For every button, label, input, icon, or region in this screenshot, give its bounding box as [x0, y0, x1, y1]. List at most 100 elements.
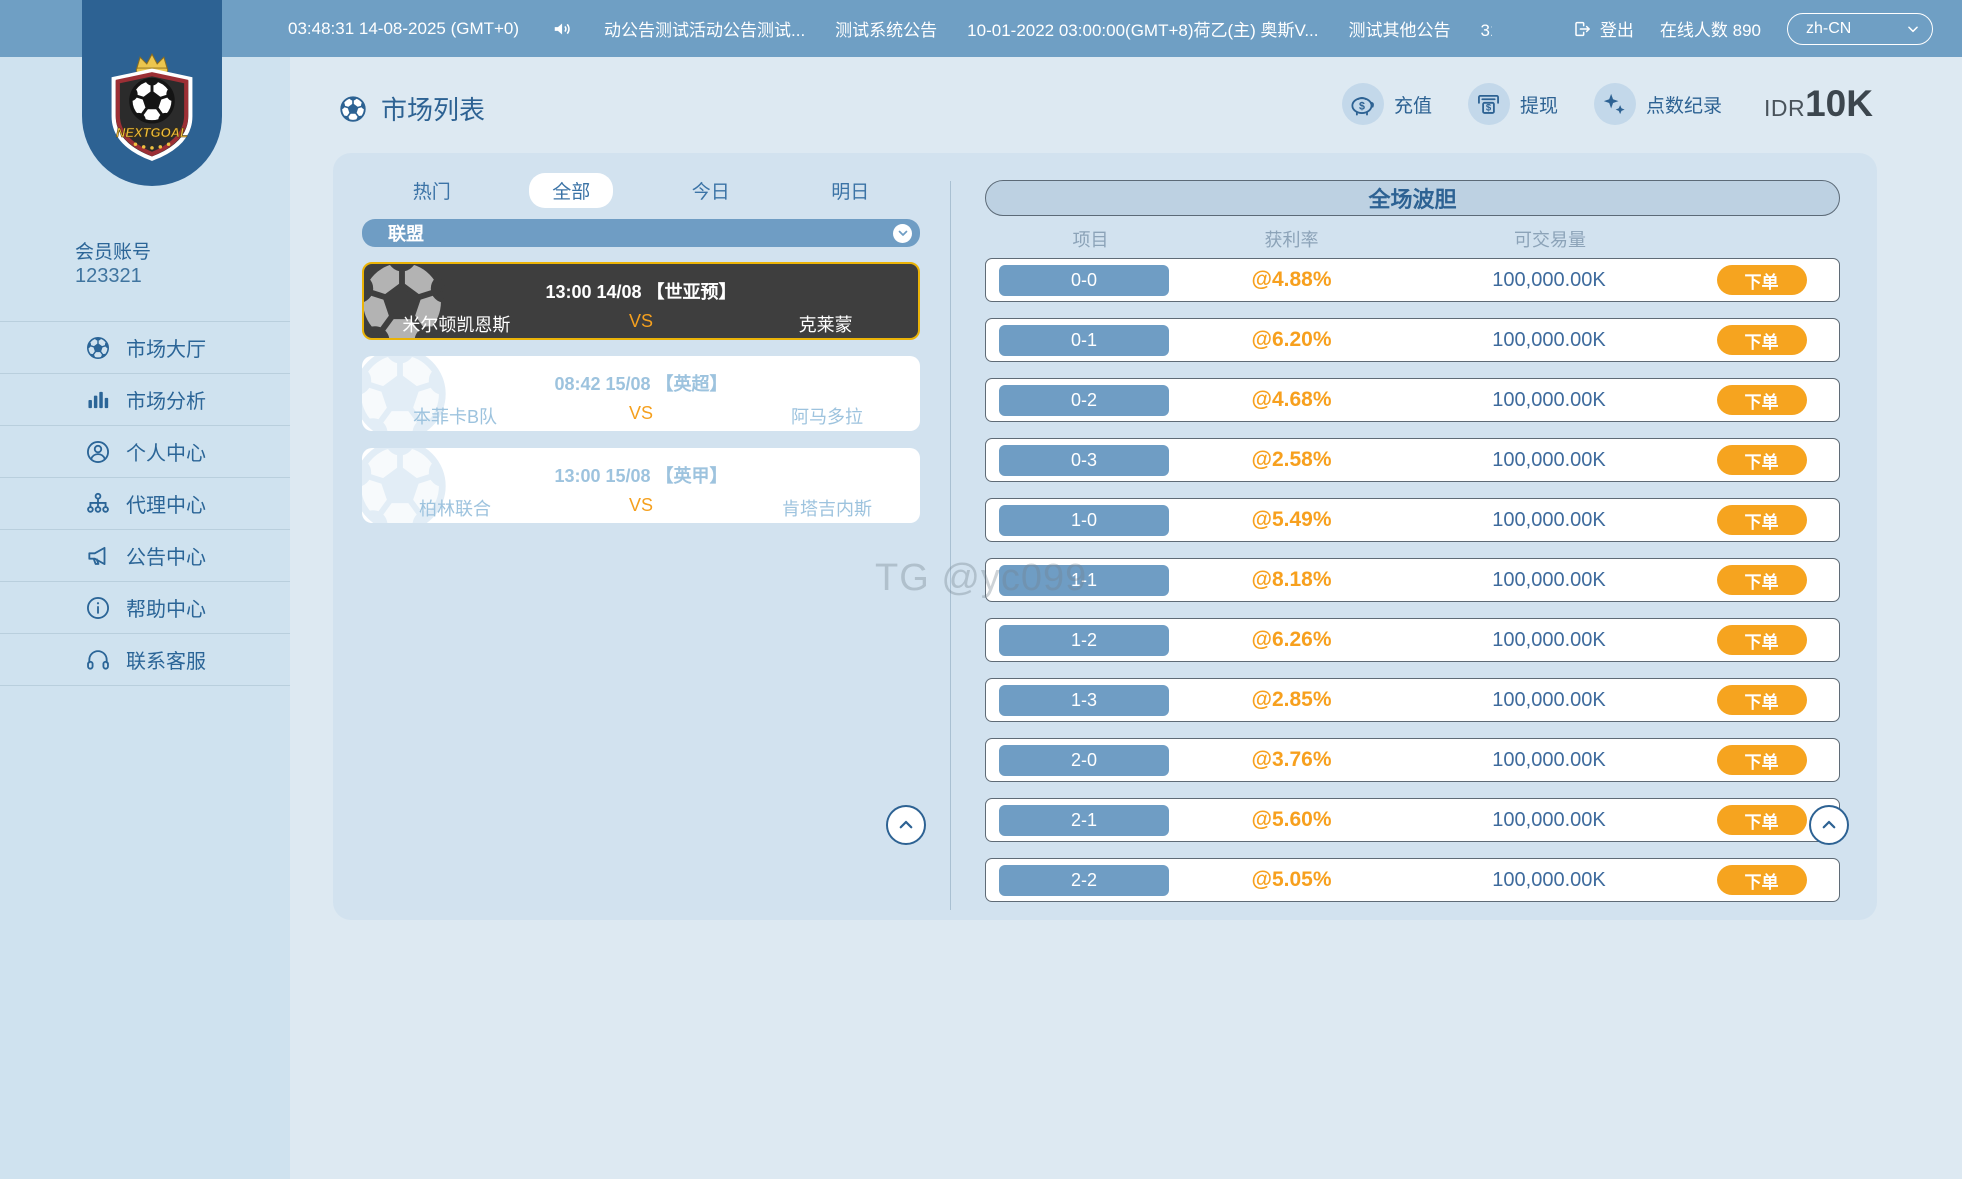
score-pill[interactable]: 0-1: [999, 325, 1169, 356]
brand-logo[interactable]: NEXTGOAL: [82, 0, 222, 186]
logout-label: 登出: [1600, 16, 1634, 41]
nextgoal-logo-icon: NEXTGOAL: [104, 52, 200, 166]
account-label: 会员账号: [75, 237, 151, 264]
vs-label: VS: [549, 311, 734, 337]
odds-row: 2-0 @3.76% 100,000.00K 下单: [985, 738, 1840, 782]
odds-row: 0-1 @6.20% 100,000.00K 下单: [985, 318, 1840, 362]
odds-rate: @4.88%: [1184, 268, 1399, 292]
chevron-up-icon: [1820, 816, 1838, 834]
sidebar-item-help-center[interactable]: 帮助中心: [0, 582, 290, 634]
odds-volume: 100,000.00K: [1399, 689, 1699, 712]
score-pill[interactable]: 1-3: [999, 685, 1169, 716]
score-pill[interactable]: 2-2: [999, 865, 1169, 896]
score-pill[interactable]: 0-2: [999, 385, 1169, 416]
score-pill[interactable]: 0-0: [999, 265, 1169, 296]
soccer-ball-icon: [338, 94, 368, 124]
odds-rate: @2.58%: [1184, 448, 1399, 472]
column-rate: 获利率: [1183, 226, 1400, 252]
tab-all[interactable]: 全部: [502, 175, 642, 206]
main-content: 市场列表 $ 充值 $ 提现: [290, 57, 1962, 1179]
odds-row: 0-2 @4.68% 100,000.00K 下单: [985, 378, 1840, 422]
bar-chart-icon: [85, 387, 111, 413]
tab-label: 热门: [413, 177, 451, 204]
order-button[interactable]: 下单: [1717, 325, 1807, 355]
withdraw-label: 提现: [1520, 91, 1558, 118]
sidebar-item-customer-service[interactable]: 联系客服: [0, 634, 290, 686]
piggy-bank-icon: $: [1342, 83, 1384, 125]
order-button[interactable]: 下单: [1717, 445, 1807, 475]
tab-label: 明日: [831, 177, 869, 204]
odds-volume: 100,000.00K: [1399, 809, 1699, 832]
svg-text:NEXTGOAL: NEXTGOAL: [116, 125, 188, 140]
chevron-up-icon: [897, 816, 915, 834]
logout-button[interactable]: 登出: [1572, 16, 1634, 41]
odds-rate: @5.60%: [1184, 808, 1399, 832]
deposit-button[interactable]: $ 充值: [1342, 83, 1432, 125]
tab-tomorrow[interactable]: 明日: [781, 175, 921, 206]
announcement-ticker: 动公告测试活动公告测试... 测试系统公告 10-01-2022 03:00:0…: [552, 0, 1492, 57]
odds-rate: @2.85%: [1184, 688, 1399, 712]
sidebar-item-personal-center[interactable]: 个人中心: [0, 426, 290, 478]
scroll-top-button[interactable]: [1809, 805, 1849, 845]
column-item: 项目: [998, 226, 1183, 252]
sparkles-icon: [1594, 83, 1636, 125]
order-button[interactable]: 下单: [1717, 685, 1807, 715]
match-datetime: 08:42 15/08: [554, 374, 650, 394]
order-button[interactable]: 下单: [1717, 565, 1807, 595]
odds-row: 0-3 @2.58% 100,000.00K 下单: [985, 438, 1840, 482]
announcement-item[interactable]: 3121测试活动公告...: [1481, 16, 1493, 41]
score-pill[interactable]: 1-0: [999, 505, 1169, 536]
announcement-item[interactable]: 测试系统公告: [835, 16, 937, 41]
announcement-item[interactable]: 10-01-2022 03:00:00(GMT+8)荷乙(主) 奥斯V...: [967, 16, 1318, 41]
order-button[interactable]: 下单: [1717, 385, 1807, 415]
withdraw-button[interactable]: $ 提现: [1468, 83, 1558, 125]
home-team: 米尔顿凯恩斯: [364, 311, 549, 337]
odds-rate: @6.26%: [1184, 628, 1399, 652]
announcement-item[interactable]: 动公告测试活动公告测试...: [604, 16, 805, 41]
announcement-item[interactable]: 测试其他公告: [1349, 16, 1451, 41]
odds-row: 1-0 @5.49% 100,000.00K 下单: [985, 498, 1840, 542]
sidebar-item-market-hall[interactable]: 市场大厅: [0, 322, 290, 374]
odds-volume: 100,000.00K: [1399, 389, 1699, 412]
scroll-top-button[interactable]: [886, 805, 926, 845]
points-record-label: 点数纪录: [1646, 91, 1722, 118]
sidebar-item-agent-center[interactable]: 代理中心: [0, 478, 290, 530]
score-pill[interactable]: 1-1: [999, 565, 1169, 596]
top-bar: 03:48:31 14-08-2025 (GMT+0) 动公告测试活动公告测试.…: [0, 0, 1962, 57]
order-button[interactable]: 下单: [1717, 745, 1807, 775]
odds-row: 2-1 @5.60% 100,000.00K 下单: [985, 798, 1840, 842]
order-button[interactable]: 下单: [1717, 805, 1807, 835]
balance-amount: 10K: [1805, 83, 1873, 125]
score-pill[interactable]: 1-2: [999, 625, 1169, 656]
match-card[interactable]: 08:42 15/08 【英超】 本菲卡B队 VS 阿马多拉: [362, 356, 920, 431]
sidebar-item-label: 公告中心: [126, 541, 206, 570]
league-filter-dropdown[interactable]: 联盟: [362, 219, 920, 247]
odds-rows: 0-0 @4.88% 100,000.00K 下单 0-1 @6.20% 100…: [985, 258, 1840, 918]
odds-volume: 100,000.00K: [1399, 269, 1699, 292]
points-record-button[interactable]: 点数纪录: [1594, 83, 1722, 125]
score-pill[interactable]: 0-3: [999, 445, 1169, 476]
odds-row: 1-1 @8.18% 100,000.00K 下单: [985, 558, 1840, 602]
score-pill[interactable]: 2-1: [999, 805, 1169, 836]
tab-hot[interactable]: 热门: [362, 175, 502, 206]
sidebar-item-market-analysis[interactable]: 市场分析: [0, 374, 290, 426]
order-button[interactable]: 下单: [1717, 625, 1807, 655]
order-button[interactable]: 下单: [1717, 265, 1807, 295]
order-button[interactable]: 下单: [1717, 505, 1807, 535]
panel-divider: [950, 181, 951, 910]
match-datetime: 13:00 15/08: [554, 466, 650, 486]
sidebar-item-label: 联系客服: [126, 645, 206, 674]
tab-today[interactable]: 今日: [641, 175, 781, 206]
odds-volume: 100,000.00K: [1399, 509, 1699, 532]
svg-text:$: $: [1359, 100, 1365, 112]
score-pill[interactable]: 2-0: [999, 745, 1169, 776]
sidebar-item-announcement-center[interactable]: 公告中心: [0, 530, 290, 582]
order-button[interactable]: 下单: [1717, 865, 1807, 895]
odds-row: 2-2 @5.05% 100,000.00K 下单: [985, 858, 1840, 902]
odds-rate: @3.76%: [1184, 748, 1399, 772]
account-number: 123321: [75, 265, 142, 288]
svg-text:$: $: [1486, 102, 1492, 113]
language-select[interactable]: zh-CN: [1787, 13, 1933, 45]
match-card-selected[interactable]: 13:00 14/08 【世亚预】 米尔顿凯恩斯 VS 克莱蒙: [362, 262, 920, 340]
match-card[interactable]: 13:00 15/08 【英甲】 柏林联合 VS 肯塔吉内斯: [362, 448, 920, 523]
